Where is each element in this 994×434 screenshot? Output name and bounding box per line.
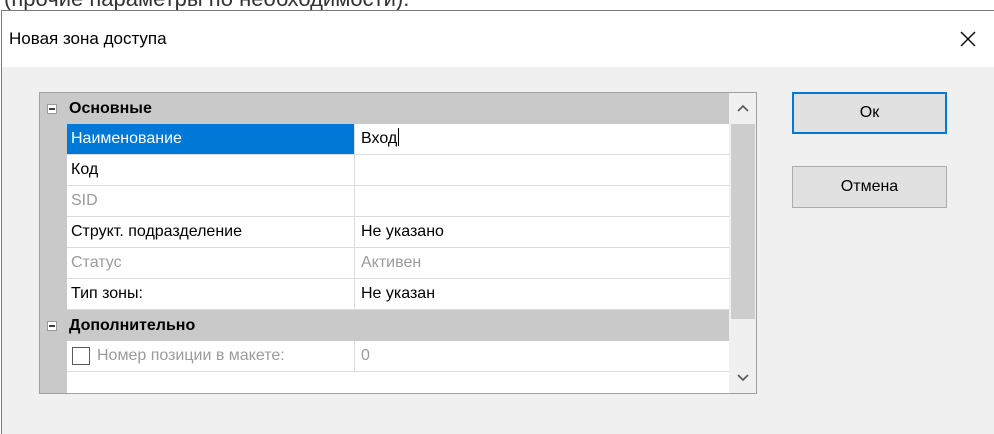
property-value[interactable] — [356, 155, 729, 185]
property-value: 0 — [361, 347, 370, 364]
property-value: Активен — [361, 254, 422, 271]
text-cursor — [398, 128, 400, 146]
close-icon — [960, 31, 976, 47]
cancel-button[interactable]: Отмена — [792, 166, 947, 208]
property-row-layout-position[interactable]: Номер позиции в макете: 0 — [67, 341, 729, 372]
property-row-name[interactable]: Наименование Вход — [67, 124, 729, 155]
close-button[interactable] — [950, 21, 986, 57]
dialog-title: Новая зона доступа — [9, 29, 167, 48]
title-bar: Новая зона доступа — [2, 11, 994, 67]
grid-margin — [40, 93, 67, 393]
property-name[interactable]: Статус — [67, 248, 355, 278]
property-row-status[interactable]: Статус Активен — [67, 248, 729, 279]
ok-button[interactable]: Ок — [792, 92, 947, 134]
category-additional[interactable]: Дополнительно — [40, 310, 729, 341]
property-name[interactable]: Код — [67, 155, 355, 185]
scroll-down-button[interactable] — [729, 363, 756, 393]
property-value-input[interactable]: Вход — [356, 124, 729, 154]
property-name[interactable]: Наименование — [67, 124, 355, 154]
property-row-sid[interactable]: SID — [67, 186, 729, 217]
vertical-scrollbar[interactable] — [729, 93, 756, 393]
property-name[interactable]: Структ. подразделение — [67, 217, 355, 247]
scroll-thumb[interactable] — [731, 124, 755, 319]
property-name[interactable]: Тип зоны: — [67, 279, 355, 309]
property-row-code[interactable]: Код — [67, 155, 729, 186]
property-name[interactable]: Номер позиции в макете: — [67, 341, 355, 371]
property-value[interactable]: Не указано — [356, 217, 729, 247]
minus-icon[interactable] — [47, 321, 57, 331]
chevron-up-icon — [737, 104, 749, 112]
minus-icon[interactable] — [47, 104, 57, 114]
property-value — [356, 186, 729, 216]
property-grid: Основные Наименование Вход Код SID Струк… — [39, 92, 757, 394]
category-main[interactable]: Основные — [40, 93, 729, 124]
property-row-department[interactable]: Структ. подразделение Не указано — [67, 217, 729, 248]
property-name[interactable]: SID — [67, 186, 355, 216]
property-value[interactable]: Не указан — [356, 279, 729, 309]
category-label: Дополнительно — [69, 317, 196, 334]
property-row-zone-type[interactable]: Тип зоны: Не указан — [67, 279, 729, 310]
value-text: Вход — [361, 130, 398, 147]
context-caption: (прочие параметры по необходимости). — [4, 0, 409, 10]
dialog-window: Новая зона доступа Основные Наименование… — [1, 10, 994, 434]
chevron-down-icon — [737, 374, 749, 382]
scroll-up-button[interactable] — [729, 93, 756, 123]
category-label: Основные — [69, 100, 152, 117]
